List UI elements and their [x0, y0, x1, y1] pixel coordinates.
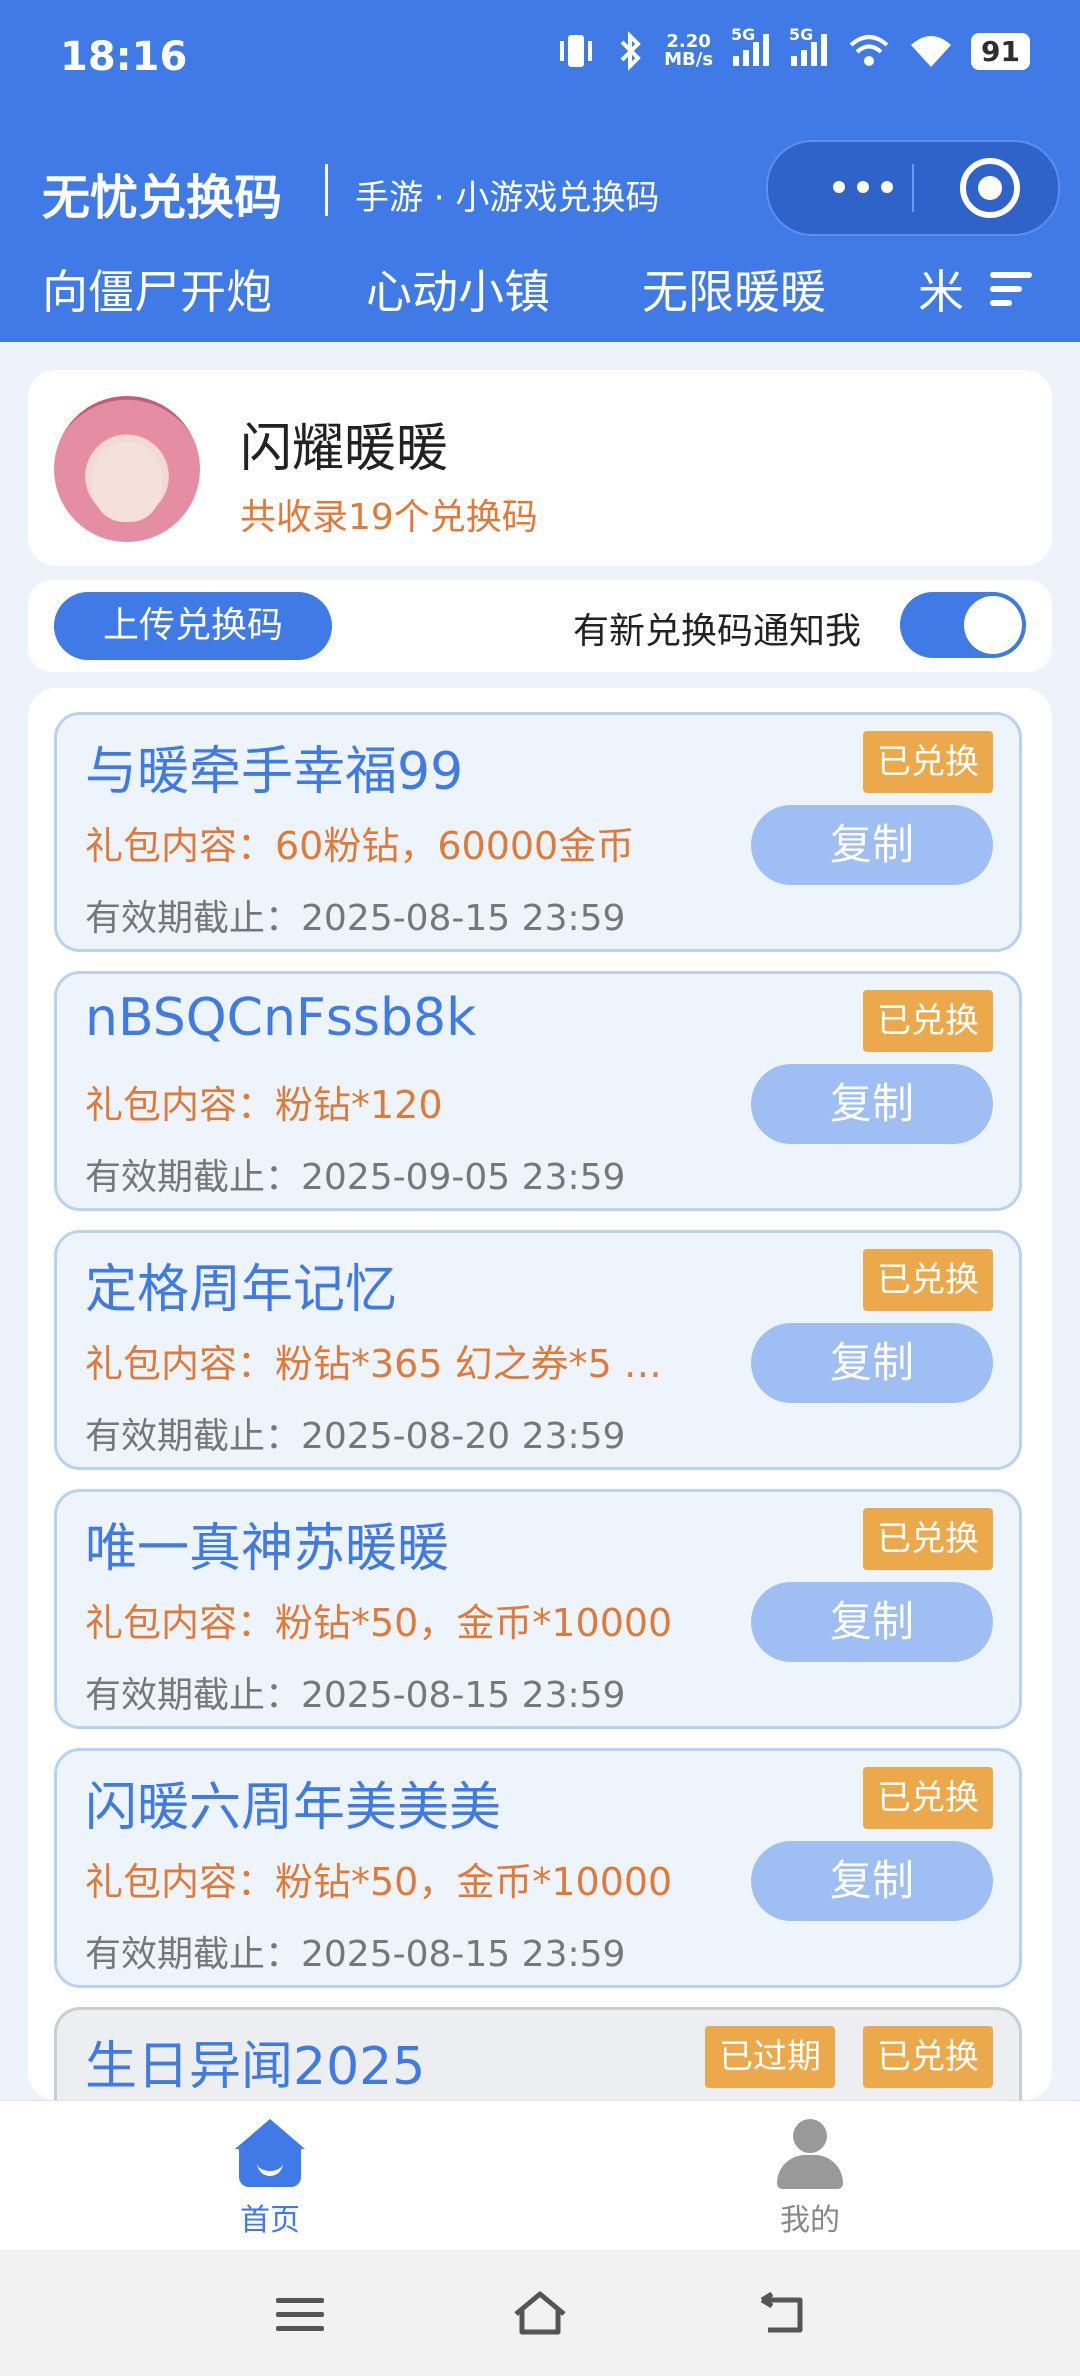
- dot-icon: [833, 181, 845, 193]
- code-text: 定格周年记忆: [85, 1260, 398, 1320]
- gift-content: 礼包内容：60粉钻，60000金币: [85, 824, 635, 868]
- copy-button[interactable]: 复制: [751, 1323, 993, 1403]
- bottom-nav: 首页 我的: [0, 2100, 1080, 2251]
- expiry-date: 有效期截止：2025-08-15 23:59: [85, 898, 626, 939]
- toggle-knob: [964, 596, 1022, 654]
- notify-label: 有新兑换码通知我: [573, 611, 862, 652]
- user-icon: [775, 2119, 845, 2189]
- capsule-divider: [912, 164, 914, 212]
- tabs-menu-icon[interactable]: [990, 272, 1032, 314]
- gift-content: 礼包内容：粉钻*50，金币*10000: [85, 1860, 673, 1904]
- game-info-card: 闪耀暖暖 共收录19个兑换码: [28, 370, 1052, 566]
- back-icon[interactable]: [756, 2292, 806, 2336]
- code-text: 与暖牵手幸福99: [85, 742, 464, 802]
- miniprogram-capsule: [766, 140, 1060, 236]
- tab-game-1[interactable]: 向僵尸开炮: [42, 256, 272, 322]
- tab-game-4[interactable]: 米: [918, 256, 964, 322]
- copy-button[interactable]: 复制: [751, 1841, 993, 1921]
- code-list: 与暖牵手幸福99 已兑换 礼包内容：60粉钻，60000金币 复制 有效期截止：…: [28, 688, 1052, 2100]
- title-divider: [325, 164, 328, 216]
- code-count: 共收录19个兑换码: [240, 497, 538, 538]
- home-outline-icon[interactable]: [512, 2290, 568, 2336]
- app-subtitle: 手游 · 小游戏兑换码: [355, 178, 660, 218]
- copy-button[interactable]: 复制: [751, 805, 993, 885]
- vibrate-icon: [560, 35, 593, 67]
- status-bar: 18:16 2.20 MB/s 5G 5G 91: [0, 0, 1080, 120]
- gift-content: 礼包内容：粉钻*50，金币*10000: [85, 1601, 673, 1645]
- signal-icon: 5G: [731, 26, 771, 72]
- signal-icon: 5G: [789, 26, 829, 72]
- action-row: 上传兑换码 有新兑换码通知我: [28, 580, 1052, 672]
- app-title: 无忧兑换码: [42, 170, 283, 226]
- expiry-date: 有效期截止：2025-08-15 23:59: [85, 1675, 626, 1716]
- net-speed: 2.20 MB/s: [664, 31, 714, 70]
- battery-indicator: 91: [971, 32, 1030, 70]
- status-icons: 2.20 MB/s 5G 5G 91: [554, 26, 1030, 72]
- home-icon: [235, 2119, 305, 2189]
- redeemed-badge: 已兑换: [863, 2026, 993, 2088]
- code-text: 生日异闻2025: [85, 2037, 426, 2097]
- game-avatar: [54, 396, 200, 542]
- code-card: 定格周年记忆 已兑换 礼包内容：粉钻*365 幻之券*5 … 复制 有效期截止：…: [54, 1230, 1022, 1470]
- code-card: nBSQCnFssb8k 已兑换 礼包内容：粉钻*120 复制 有效期截止：20…: [54, 971, 1022, 1211]
- redeemed-badge: 已兑换: [863, 1767, 993, 1829]
- nav-home[interactable]: 首页: [170, 2119, 370, 2239]
- expiry-date: 有效期截止：2025-09-05 23:59: [85, 1157, 626, 1198]
- tab-game-2[interactable]: 心动小镇: [366, 256, 550, 322]
- code-card: 与暖牵手幸福99 已兑换 礼包内容：60粉钻，60000金币 复制 有效期截止：…: [54, 712, 1022, 952]
- code-card: 生日异闻2025 已过期 已兑换: [54, 2007, 1022, 2100]
- copy-button[interactable]: 复制: [751, 1582, 993, 1662]
- code-text: 闪暖六周年美美美: [85, 1778, 502, 1838]
- expiry-date: 有效期截止：2025-08-15 23:59: [85, 1934, 626, 1975]
- nav-mine[interactable]: 我的: [710, 2119, 910, 2239]
- title-bar: 无忧兑换码 手游 · 小游戏兑换码: [0, 140, 1080, 240]
- app-header: 18:16 2.20 MB/s 5G 5G 91 无忧兑换码 手游 · 小游戏兑…: [0, 0, 1080, 342]
- wifi-icon: [911, 36, 952, 67]
- system-nav-bar: [0, 2250, 1080, 2376]
- dot-icon: [881, 181, 893, 193]
- expired-badge: 已过期: [705, 2026, 835, 2088]
- redeemed-badge: 已兑换: [863, 1249, 993, 1311]
- game-tabs: 向僵尸开炮 心动小镇 无限暖暖 米: [0, 250, 1080, 330]
- gift-content: 礼包内容：粉钻*120: [85, 1083, 443, 1127]
- redeemed-badge: 已兑换: [863, 1508, 993, 1570]
- code-text: nBSQCnFssb8k: [85, 988, 477, 1048]
- nav-mine-label: 我的: [780, 2203, 840, 2238]
- copy-button[interactable]: 复制: [751, 1064, 993, 1144]
- expiry-date: 有效期截止：2025-08-20 23:59: [85, 1416, 626, 1457]
- code-card: 唯一真神苏暖暖 已兑换 礼包内容：粉钻*50，金币*10000 复制 有效期截止…: [54, 1489, 1022, 1729]
- code-card: 闪暖六周年美美美 已兑换 礼包内容：粉钻*50，金币*10000 复制 有效期截…: [54, 1748, 1022, 1988]
- redeemed-badge: 已兑换: [863, 731, 993, 793]
- menu-icon[interactable]: [276, 2298, 324, 2340]
- dot-icon: [857, 181, 869, 193]
- game-name: 闪耀暖暖: [240, 419, 449, 479]
- code-text: 唯一真神苏暖暖: [85, 1519, 450, 1579]
- nav-home-label: 首页: [240, 2203, 300, 2238]
- status-time: 18:16: [60, 34, 188, 80]
- tab-game-3[interactable]: 无限暖暖: [642, 256, 826, 322]
- gift-content: 礼包内容：粉钻*365 幻之券*5 …: [85, 1342, 662, 1386]
- redeemed-badge: 已兑换: [863, 990, 993, 1052]
- bluetooth-icon: [620, 31, 641, 71]
- close-target-icon[interactable]: [960, 158, 1020, 218]
- notify-toggle[interactable]: [900, 592, 1026, 658]
- more-button[interactable]: [808, 162, 918, 212]
- upload-code-button[interactable]: 上传兑换码: [54, 592, 332, 660]
- hotspot-icon: [849, 35, 889, 66]
